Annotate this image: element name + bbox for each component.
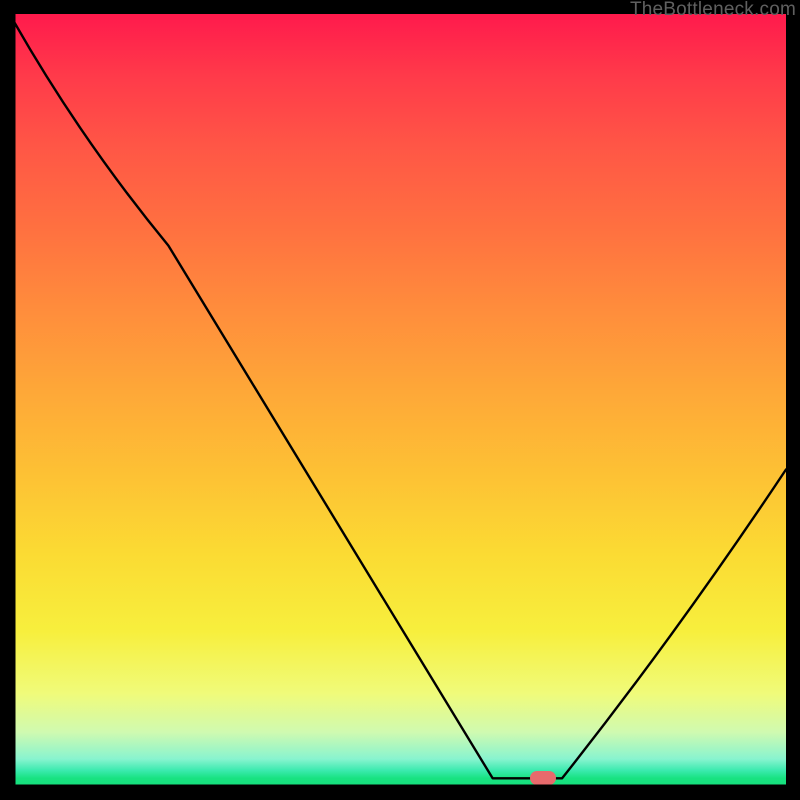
heat-gradient — [14, 14, 786, 786]
chart-container: TheBottleneck.com — [0, 0, 800, 800]
watermark: TheBottleneck.com — [630, 0, 796, 21]
plot-area — [14, 14, 786, 786]
optimum-marker — [530, 771, 556, 785]
